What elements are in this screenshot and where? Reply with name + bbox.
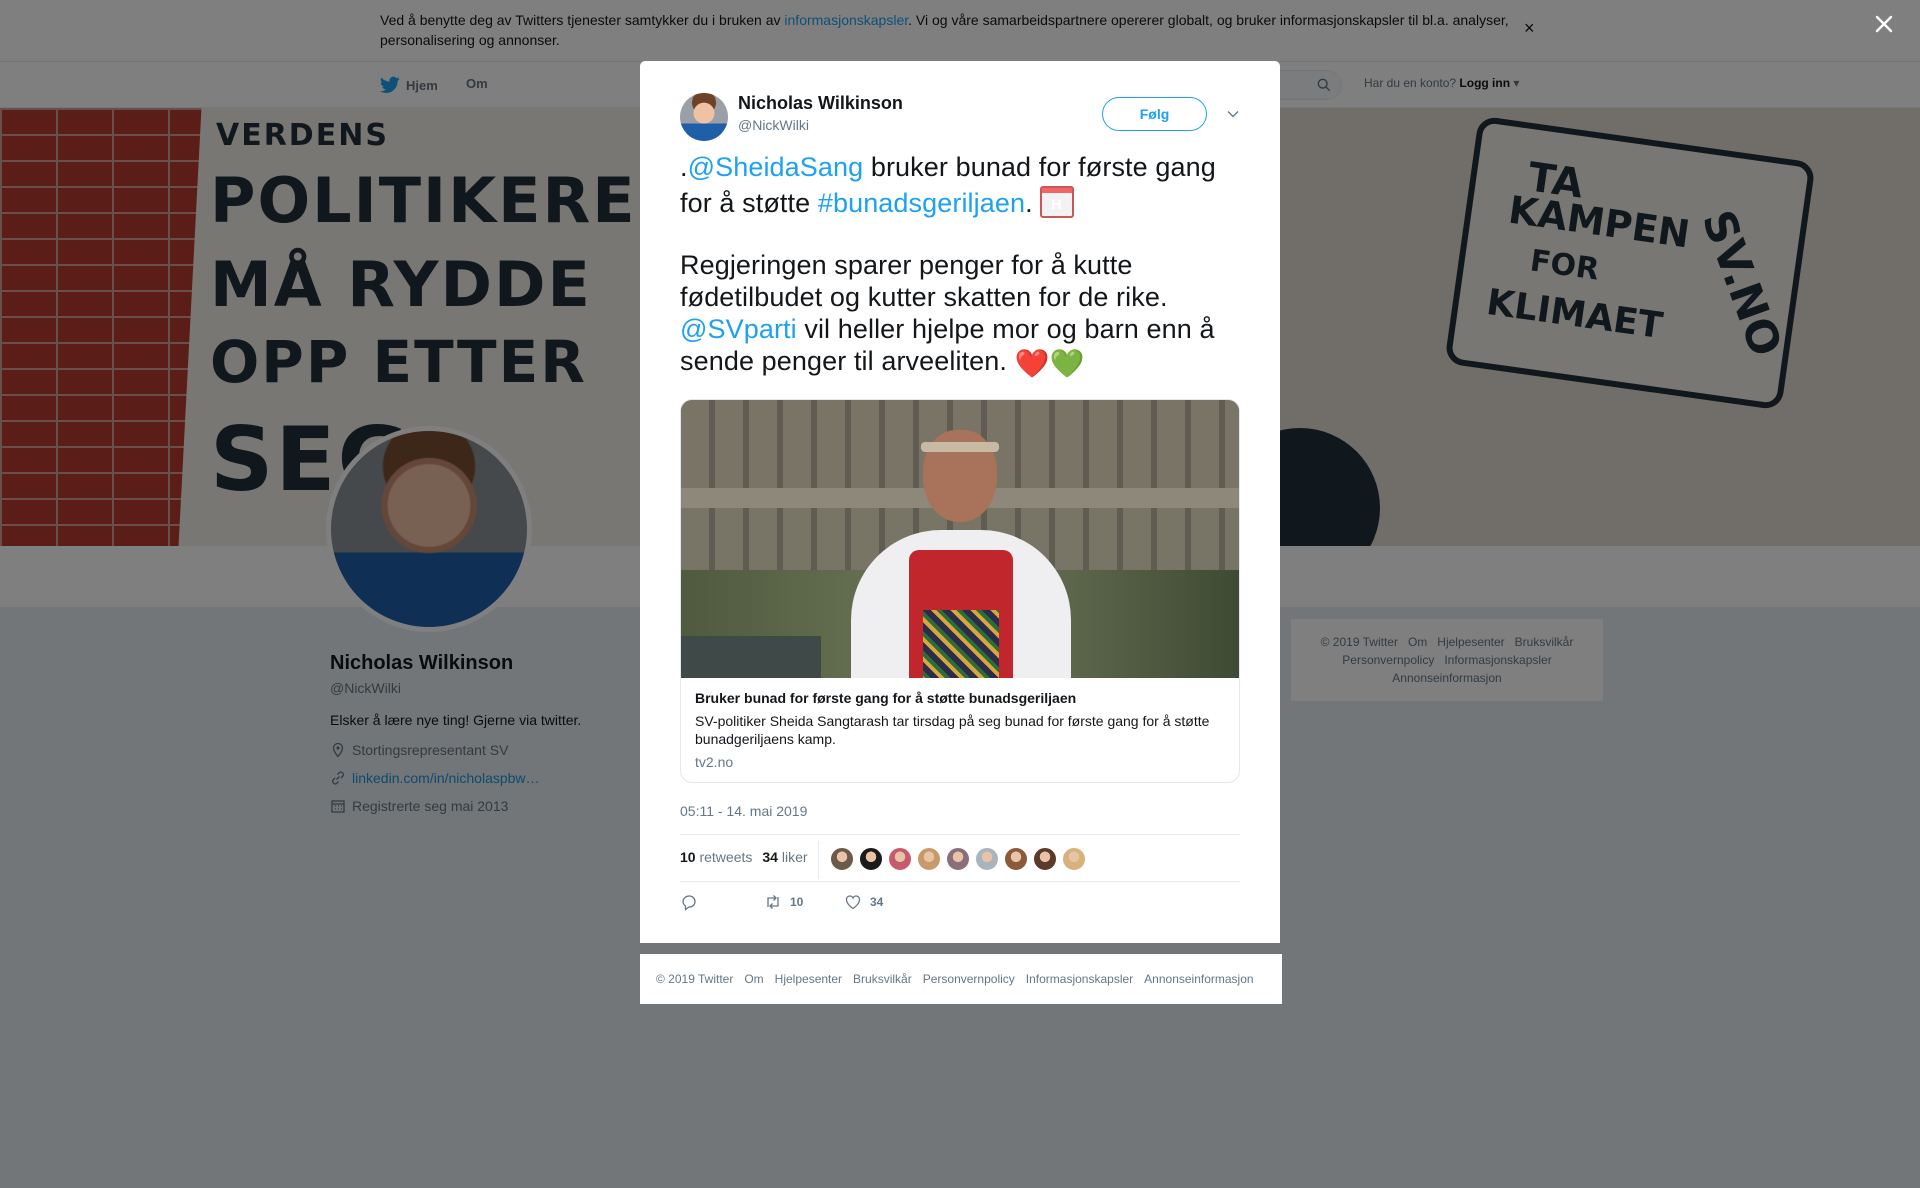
liker-avatar[interactable]: [859, 847, 883, 871]
footer-link[interactable]: Annonseinformasjon: [1144, 972, 1253, 986]
tweet-author-handle[interactable]: @NickWilki: [738, 117, 809, 133]
divider: [818, 841, 819, 879]
tweet-timestamp[interactable]: 05:11 - 14. mai 2019: [680, 803, 807, 819]
divider: [680, 834, 1240, 835]
liker-avatar[interactable]: [830, 847, 854, 871]
like-stat-count: 34: [762, 849, 778, 865]
red-heart-icon: ❤️: [1014, 348, 1050, 379]
like-stat-label: liker: [781, 849, 808, 865]
chevron-down-icon[interactable]: [1226, 107, 1240, 121]
footer-link[interactable]: Personvernpolicy: [923, 972, 1015, 986]
tweet-paragraph-2: Regjeringen sparer penger for å kutte fø…: [680, 249, 1240, 380]
tweet-paragraph-1: .@SheidaSang bruker bunad for første gan…: [680, 149, 1240, 222]
modal-footer: © 2019 Twitter Om Hjelpesenter Bruksvilk…: [640, 954, 1282, 1004]
card-description: SV-politiker Sheida Sangtarash tar tirsd…: [695, 713, 1210, 747]
hotel-emoji-icon: [1040, 186, 1075, 222]
footer-link[interactable]: Informasjonskapsler: [1026, 972, 1133, 986]
retweet-count: 10: [790, 895, 804, 909]
liker-avatar[interactable]: [1033, 847, 1057, 871]
like-button[interactable]: 34: [844, 893, 883, 911]
card-image: [681, 400, 1239, 678]
tweet-stats: 10 retweets 34 liker: [680, 849, 808, 865]
tweet-text-segment: .: [1025, 188, 1041, 218]
mention-link[interactable]: @SheidaSang: [688, 152, 864, 182]
tweet-author-name[interactable]: Nicholas Wilkinson: [738, 93, 903, 114]
liker-avatar[interactable]: [1004, 847, 1028, 871]
retweet-stat-count: 10: [680, 849, 696, 865]
footer-link[interactable]: © 2019 Twitter: [656, 972, 733, 986]
heart-icon: [845, 895, 861, 910]
card-title: Bruker bunad for første gang for å støtt…: [695, 690, 1077, 706]
tweet-author-avatar[interactable]: [680, 93, 728, 141]
divider: [680, 881, 1240, 882]
like-stat[interactable]: 34 liker: [762, 849, 807, 865]
tweet-text-segment: Regjeringen sparer penger for å kutte fø…: [680, 250, 1168, 312]
tweet-modal: Nicholas Wilkinson @NickWilki Følg .@She…: [640, 61, 1280, 943]
tweet-text-segment: .: [680, 152, 688, 182]
retweet-button[interactable]: 10: [764, 893, 844, 911]
link-card[interactable]: Bruker bunad for første gang for å støtt…: [680, 399, 1240, 783]
reply-icon: [682, 895, 696, 911]
close-icon[interactable]: [1872, 12, 1896, 36]
reply-button[interactable]: [680, 893, 764, 911]
footer-link[interactable]: Bruksvilkår: [853, 972, 912, 986]
liker-avatar[interactable]: [975, 847, 999, 871]
green-heart-icon: 💚: [1049, 348, 1085, 379]
card-domain: tv2.no: [695, 754, 734, 770]
hashtag-link[interactable]: #bunadsgeriljaen: [818, 188, 1025, 218]
liker-avatar[interactable]: [917, 847, 941, 871]
retweet-stat[interactable]: 10 retweets: [680, 849, 752, 865]
follow-button[interactable]: Følg: [1102, 97, 1207, 131]
mention-link[interactable]: @SVparti: [680, 314, 797, 344]
tweet-actions: 10 34: [680, 893, 883, 911]
liker-avatar[interactable]: [946, 847, 970, 871]
tweet-text: .@SheidaSang bruker bunad for første gan…: [680, 149, 1240, 380]
liker-avatar[interactable]: [1062, 847, 1086, 871]
retweet-stat-label: retweets: [699, 849, 753, 865]
like-count: 34: [870, 895, 884, 909]
liker-avatars: [830, 847, 1086, 871]
liker-avatar[interactable]: [888, 847, 912, 871]
retweet-icon: [767, 895, 779, 909]
footer-link[interactable]: Om: [744, 972, 763, 986]
footer-link[interactable]: Hjelpesenter: [775, 972, 842, 986]
